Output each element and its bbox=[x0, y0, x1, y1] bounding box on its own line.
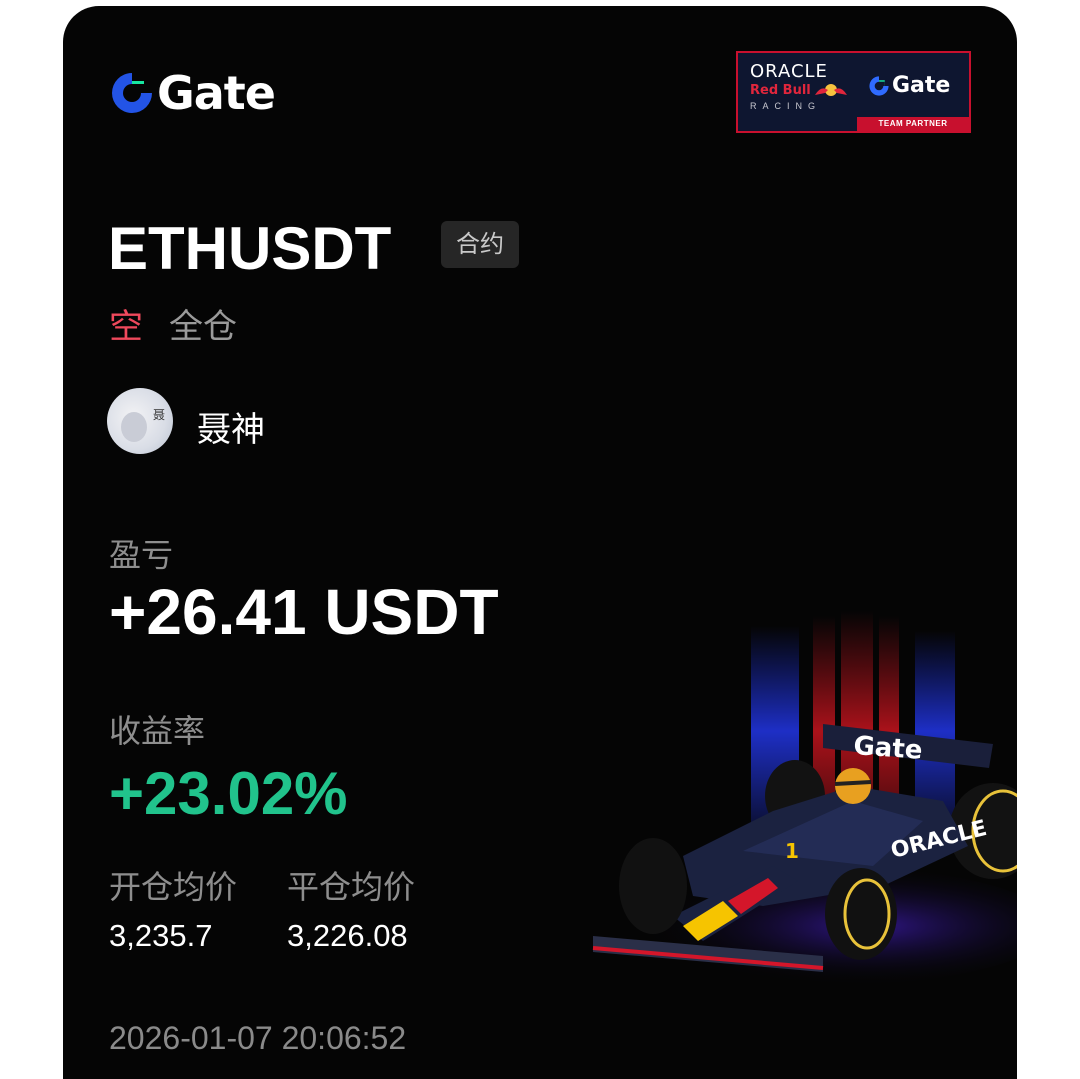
pnl-label: 盈亏 bbox=[109, 536, 174, 574]
roi-value: +23.02% bbox=[109, 760, 348, 827]
gate-logo-text: Gate bbox=[157, 66, 276, 120]
gate-logo: Gate bbox=[109, 66, 276, 120]
f1-car-illustration: Gate ORACLE 1 bbox=[592, 611, 1017, 986]
gate-logo-icon bbox=[112, 73, 152, 113]
redbull-text: Red Bull bbox=[750, 83, 811, 98]
username: 聂神 bbox=[197, 410, 265, 450]
contract-type-tag: 合约 bbox=[441, 221, 519, 268]
avatar-mark: 聂 bbox=[153, 408, 166, 422]
avatar: 聂 bbox=[107, 388, 173, 454]
contract-symbol: ETHUSDT bbox=[108, 215, 392, 282]
partner-gate-logo: Gate bbox=[868, 73, 950, 98]
margin-mode: 全仓 bbox=[169, 307, 237, 347]
pnl-share-card: Gate ORACLE Red Bull RACING Gate TEAM PA… bbox=[63, 6, 1017, 1079]
close-price-label: 平仓均价 bbox=[287, 868, 416, 906]
pnl-value: +26.41 USDT bbox=[109, 576, 499, 648]
oracle-text: ORACLE bbox=[750, 61, 828, 82]
partner-gate-icon bbox=[869, 75, 889, 96]
timestamp: 2026-01-07 20:06:52 bbox=[109, 1020, 407, 1056]
roi-label: 收益率 bbox=[109, 712, 206, 750]
avatar-figure bbox=[121, 412, 147, 442]
open-price-value: 3,235.7 bbox=[109, 918, 213, 953]
partner-gate-text: Gate bbox=[892, 73, 951, 98]
team-partner-label: TEAM PARTNER bbox=[857, 117, 969, 131]
close-price-value: 3,226.08 bbox=[287, 918, 408, 953]
car-number: 1 bbox=[785, 839, 799, 863]
redbull-bulls-icon bbox=[815, 84, 847, 96]
racing-text: RACING bbox=[750, 101, 822, 111]
team-partner-badge: ORACLE Red Bull RACING Gate TEAM PARTNER bbox=[736, 51, 971, 133]
rear-wing-gate-text: Gate bbox=[853, 731, 924, 766]
position-side: 空 bbox=[109, 307, 143, 347]
open-price-label: 开仓均价 bbox=[109, 868, 238, 906]
driver-helmet bbox=[835, 768, 871, 804]
front-left-tyre bbox=[619, 838, 687, 934]
